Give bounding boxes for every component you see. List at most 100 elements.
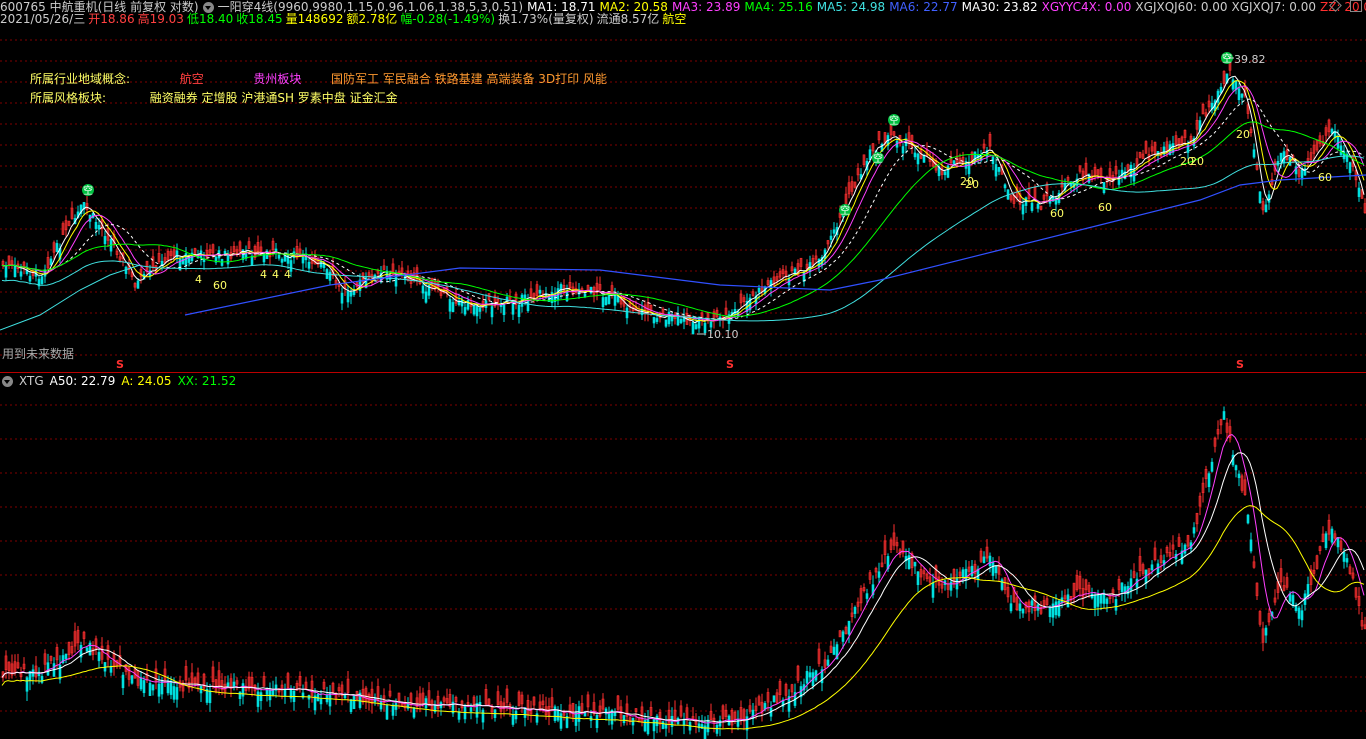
candle [250,255,254,266]
xtg-bar [556,709,560,721]
xtg-bar [172,686,176,700]
quote-field-4: 收18.45 [236,12,283,26]
industry-value[interactable]: 航空 [180,72,204,86]
xtg-bar [613,712,617,717]
candle [922,155,926,163]
xtg-bar [715,724,719,734]
candle [1348,162,1352,174]
xtg-bar [877,571,881,578]
candle [1231,79,1235,90]
xtg-bar [352,695,356,710]
xtg-name: XTG [19,374,44,388]
xtg-bar [469,707,473,712]
candle [301,256,305,264]
quote-field-3: 低18.40 [186,12,234,26]
xtg-bar [85,647,89,652]
candle [664,319,668,327]
xtg-bar [1054,601,1058,616]
window-box-icon[interactable] [1350,0,1362,12]
xtg-bar [1306,584,1310,597]
xtg-bar [1249,539,1253,552]
candle [1252,149,1256,158]
xtg-bar [385,705,389,720]
quote-line: 2021/05/26/三 开18.86 高19.03 低18.40 收18.45 量148… [0,12,693,26]
signal-label: 20 [1190,155,1204,168]
xtg-indicator-chart[interactable] [0,373,1366,739]
quote-field-10: 航空 [662,12,687,26]
xtg-bar [913,561,917,567]
candle [691,322,695,335]
candle [463,307,467,315]
candle [13,264,17,278]
xtg-bar [412,707,416,718]
xtg-bar [622,715,626,724]
quote-field-6: 额2.78亿 [346,12,398,26]
candle [448,299,452,312]
candle [916,153,920,165]
candle [994,164,998,177]
xtg-bar [166,680,170,694]
candle [997,167,1001,172]
xtg-bar [97,652,101,662]
candle [703,322,707,333]
quote-field-2: 高19.03 [137,12,184,26]
s-marker-2: S [726,358,734,371]
candle [1237,88,1241,101]
xtg-bar [1057,600,1061,617]
xtg-bar [1264,627,1268,636]
candle [424,291,428,303]
style-list[interactable]: 融资融券 定增股 沪港通SH 罗素中盘 证金汇金 [150,91,398,105]
region-value[interactable]: 贵州板块 [253,72,301,86]
lower-dropdown-icon[interactable] [2,376,13,387]
xtg-bar [1105,598,1109,604]
xtg-bar [1099,593,1103,604]
candle [472,305,476,315]
xtg-bar [826,659,830,666]
future-data-notice: 用到未来数据 [2,347,75,361]
concept-list[interactable]: 国防军工 军民融合 铁路基建 高端装备 3D打印 风能 [331,72,607,86]
xtg-bar [1291,595,1295,606]
xtg-bar [1297,607,1301,619]
xtg-bar [256,691,260,707]
candle [829,235,833,240]
candle [1240,93,1244,98]
xtg-bar [577,706,581,722]
candle [517,304,521,317]
panel-separator[interactable] [0,372,1366,373]
signal-label: 60 [1098,201,1112,214]
signal-label: 60 [1318,171,1332,184]
signal-label: 60 [213,279,227,292]
price-chart[interactable]: 空空空空空4 604 4 4202060 602020602039.8210.10 [0,0,1366,372]
signal-label: 60 [1050,207,1064,220]
quote-field-0: 2021/05/26/三 [0,12,86,26]
candle [832,229,836,234]
xtg-bar [907,555,911,570]
xtg-bar [175,687,179,700]
xtg-bar [151,684,155,691]
xtg-bar [1324,533,1328,549]
candle [328,271,332,281]
xtg-bar [1030,600,1034,606]
candle [94,221,98,229]
xtg-bar [1234,465,1238,471]
quote-field-9: 流通8.57亿 [596,12,660,26]
xtg-bar [1120,582,1124,593]
candle [1267,194,1271,203]
candle [1264,204,1268,213]
xtg-bar [1093,595,1097,608]
xtg-bar [652,719,656,732]
ma5-line [1,155,1365,322]
signal-label: 4 [260,268,267,281]
xtg-bar [1336,537,1340,548]
candle [4,266,8,278]
a50-value: A50: 22.79 [49,374,116,388]
candle [1357,187,1361,197]
candle [1003,184,1007,189]
ma-value-7: XGYYC4X: 0.00 [1041,0,1132,14]
candle [1036,203,1040,209]
xtg-bar [841,631,845,642]
xtg-bar [511,714,515,725]
xtg-bar [1207,473,1211,488]
candle [280,258,284,263]
xtg-bar [1156,563,1160,575]
